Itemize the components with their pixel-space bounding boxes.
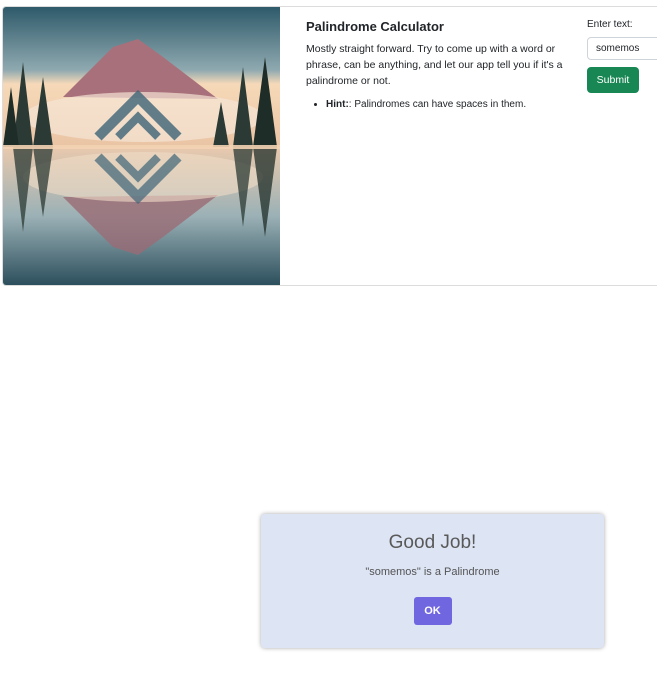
dialog-title: Good Job! [388,532,477,553]
text-input-label: Enter text: [587,19,633,30]
card-title: Palindrome Calculator [306,19,444,34]
card-body: Palindrome Calculator Mostly straight fo… [306,19,576,112]
hint-list: Hint:: Palindromes can have spaces in th… [306,97,576,112]
card-description: Mostly straight forward. Try to come up … [306,43,563,87]
palindrome-form: Enter text: Submit [587,19,657,93]
text-input[interactable] [587,37,657,60]
submit-button[interactable]: Submit [587,67,639,93]
card-image [3,7,280,285]
result-dialog: Good Job! "somemos" is a Palindrome OK [261,514,604,648]
palindrome-card: Palindrome Calculator Mostly straight fo… [2,6,657,286]
hint-item: Hint:: Palindromes can have spaces in th… [326,97,576,112]
dialog-message: "somemos" is a Palindrome [365,566,500,578]
ok-button[interactable]: OK [413,597,452,625]
hint-text: : Palindromes can have spaces in them. [348,99,527,110]
hint-label: Hint: [326,99,349,110]
